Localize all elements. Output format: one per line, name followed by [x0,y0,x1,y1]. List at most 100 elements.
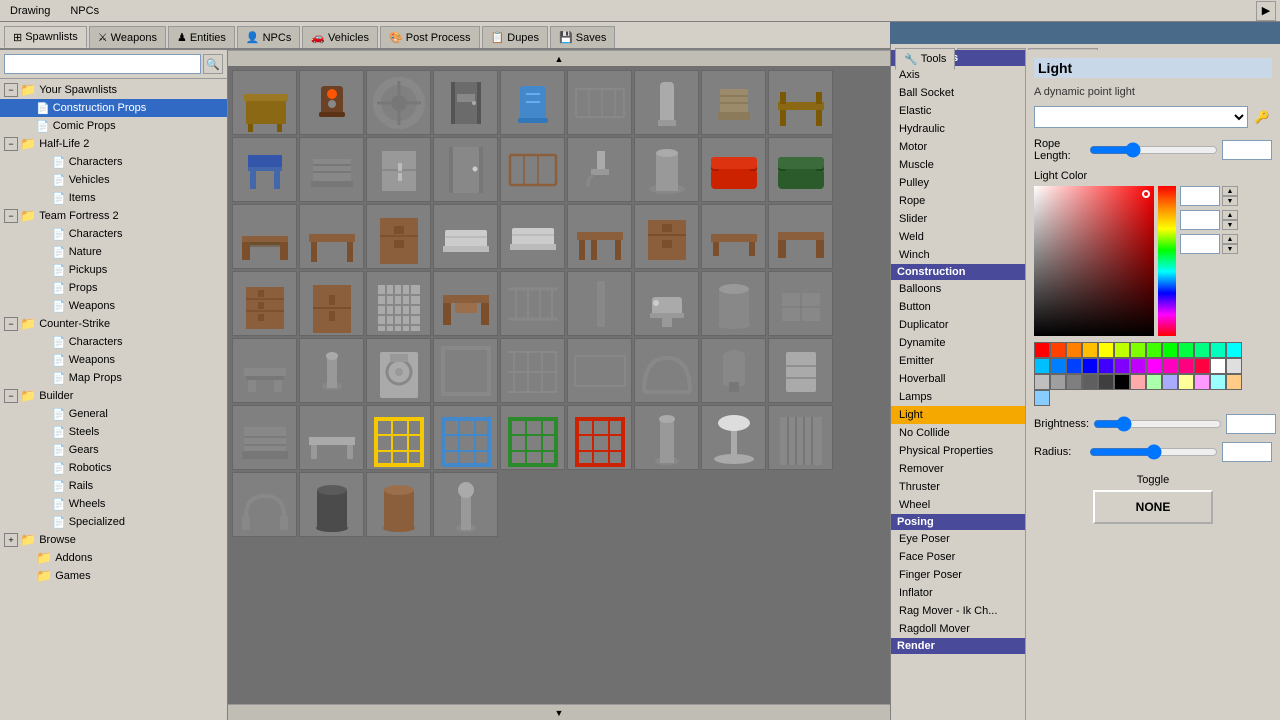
palette-swatch[interactable] [1098,358,1114,374]
palette-swatch[interactable] [1034,374,1050,390]
palette-swatch[interactable] [1050,358,1066,374]
grid-item[interactable] [567,405,632,470]
tree-item-builder-steels[interactable]: 📄Steels [0,423,227,441]
constraint-inflator[interactable]: Inflator [891,584,1025,602]
color-g-input[interactable]: 255 [1180,210,1220,230]
palette-swatch[interactable] [1034,358,1050,374]
tab-npcs[interactable]: 👤NPCs [237,26,300,48]
constraint-ragdoll-mover[interactable]: Ragdoll Mover [891,620,1025,638]
palette-swatch[interactable] [1162,374,1178,390]
constraint-thruster[interactable]: Thruster [891,478,1025,496]
grid-item[interactable] [299,70,364,135]
constraint-balloons[interactable]: Balloons [891,280,1025,298]
grid-item[interactable] [500,405,565,470]
grid-item[interactable] [232,70,297,135]
constraint-slider[interactable]: Slider [891,210,1025,228]
grid-item[interactable] [232,204,297,269]
grid-item[interactable] [299,405,364,470]
grid-item[interactable] [433,472,498,537]
color-gradient[interactable] [1034,186,1154,336]
palette-swatch[interactable] [1162,342,1178,358]
palette-swatch[interactable] [1050,374,1066,390]
tree-item-team-fortress-2[interactable]: −📁Team Fortress 2 [0,207,227,225]
grid-item[interactable] [366,271,431,336]
palette-swatch[interactable] [1146,358,1162,374]
radius-value[interactable]: 256.00 [1222,442,1272,462]
tree-item-builder-wheels[interactable]: 📄Wheels [0,495,227,513]
tree-item-tf2-characters[interactable]: 📄Characters [0,225,227,243]
color-g-down[interactable]: ▼ [1222,220,1238,230]
palette-swatch[interactable] [1194,374,1210,390]
grid-item[interactable] [232,405,297,470]
light-type-dropdown[interactable] [1034,106,1248,128]
tree-item-addons[interactable]: 📁Addons [0,549,227,567]
grid-item[interactable] [366,405,431,470]
constraint-elastic[interactable]: Elastic [891,102,1025,120]
grid-item[interactable] [768,204,833,269]
palette-swatch[interactable] [1130,374,1146,390]
palette-swatch[interactable] [1082,342,1098,358]
brightness-value[interactable]: 2.00 [1226,414,1276,434]
tab-spawnlists[interactable]: ⊞Spawnlists [4,26,87,48]
color-b-up[interactable]: ▲ [1222,234,1238,244]
grid-item[interactable] [701,137,766,202]
constraint-emitter[interactable]: Emitter [891,352,1025,370]
brightness-slider[interactable] [1093,416,1222,432]
grid-item[interactable] [433,271,498,336]
tree-item-builder-robotics[interactable]: 📄Robotics [0,459,227,477]
grid-item[interactable] [701,204,766,269]
tree-item-browse[interactable]: +📁Browse [0,531,227,549]
none-button[interactable]: NONE [1093,490,1213,524]
palette-swatch[interactable] [1178,374,1194,390]
constraint-hoverball[interactable]: Hoverball [891,370,1025,388]
grid-item[interactable] [500,338,565,403]
palette-swatch[interactable] [1210,374,1226,390]
grid-item[interactable] [567,70,632,135]
tab-dupes[interactable]: 📋Dupes [482,26,549,48]
grid-item[interactable] [701,70,766,135]
grid-item[interactable] [567,271,632,336]
tree-item-tf2-props[interactable]: 📄Props [0,279,227,297]
grid-item[interactable] [768,137,833,202]
constraint-remover[interactable]: Remover [891,460,1025,478]
tree-item-tf2-weapons[interactable]: 📄Weapons [0,297,227,315]
grid-scroll-up[interactable]: ▲ [228,50,890,66]
constraint-weld[interactable]: Weld [891,228,1025,246]
grid-item[interactable] [232,338,297,403]
tree-item-cs-weapons[interactable]: 📄Weapons [0,351,227,369]
grid-item[interactable] [232,137,297,202]
grid-item[interactable] [433,70,498,135]
palette-swatch[interactable] [1226,342,1242,358]
tab-weapons[interactable]: ⚔Weapons [89,26,166,48]
palette-swatch[interactable] [1210,358,1226,374]
light-key-icon[interactable]: 🔑 [1252,107,1272,127]
grid-item[interactable] [366,137,431,202]
constraint-face-poser[interactable]: Face Poser [891,548,1025,566]
palette-swatch[interactable] [1146,342,1162,358]
grid-item[interactable] [768,338,833,403]
color-g-up[interactable]: ▲ [1222,210,1238,220]
tree-item-tf2-pickups[interactable]: 📄Pickups [0,261,227,279]
tree-item-builder-rails[interactable]: 📄Rails [0,477,227,495]
constraint-rope[interactable]: Rope [891,192,1025,210]
radius-slider[interactable] [1089,444,1218,460]
grid-item[interactable] [299,338,364,403]
palette-swatch[interactable] [1210,342,1226,358]
palette-swatch[interactable] [1066,374,1082,390]
rope-length-slider[interactable] [1089,142,1218,158]
palette-swatch[interactable] [1114,374,1130,390]
menu-npcs[interactable]: NPCs [64,3,105,19]
tab-postprocess[interactable]: 🎨Post Process [380,26,480,48]
color-r-up[interactable]: ▲ [1222,186,1238,196]
color-b-input[interactable]: 255 [1180,234,1220,254]
grid-item[interactable] [768,405,833,470]
constraint-ball-socket[interactable]: Ball Socket [891,84,1025,102]
color-r-input[interactable]: 255 [1180,186,1220,206]
grid-item[interactable] [768,70,833,135]
grid-item[interactable] [634,405,699,470]
tree-item-builder-specialized[interactable]: 📄Specialized [0,513,227,531]
tree-item-counter-strike[interactable]: −📁Counter-Strike [0,315,227,333]
palette-swatch[interactable] [1114,342,1130,358]
tree-item-hl2-vehicles[interactable]: 📄Vehicles [0,171,227,189]
tree-item-builder[interactable]: −📁Builder [0,387,227,405]
